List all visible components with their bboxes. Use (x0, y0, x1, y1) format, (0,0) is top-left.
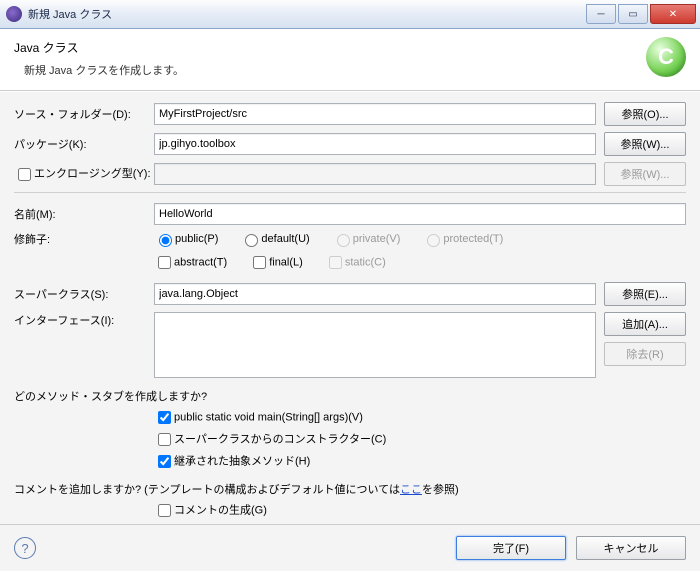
main-stub-checkbox[interactable] (158, 411, 171, 424)
finish-button[interactable]: 完了(F) (456, 536, 566, 560)
titlebar[interactable]: 新規 Java クラス ─ ▭ ✕ (0, 0, 700, 29)
name-label: 名前(M): (14, 206, 154, 222)
protected-radio (427, 234, 440, 247)
source-folder-label: ソース・フォルダー(D): (14, 106, 154, 122)
name-input[interactable] (154, 203, 686, 225)
inherited-stub-label[interactable]: 継承された抽象メソッド(H) (154, 452, 310, 471)
dialog-window: 新規 Java クラス ─ ▭ ✕ Java クラス 新規 Java クラスを作… (0, 0, 700, 571)
separator (14, 192, 686, 193)
help-button[interactable]: ? (14, 537, 36, 559)
superctor-stub-checkbox[interactable] (158, 433, 171, 446)
superclass-input[interactable] (154, 283, 596, 305)
visibility-group: public(P) default(U) private(V) protecte… (154, 231, 503, 247)
abstract-check-label[interactable]: abstract(T) (154, 253, 227, 272)
public-radio-label[interactable]: public(P) (154, 231, 218, 247)
window-buttons: ─ ▭ ✕ (584, 4, 696, 24)
private-radio (337, 234, 350, 247)
protected-radio-label: protected(T) (422, 231, 503, 247)
app-icon (6, 6, 22, 22)
abstract-checkbox[interactable] (158, 256, 171, 269)
banner-sub: 新規 Java クラスを作成します。 (24, 62, 686, 78)
stubs-question: どのメソッド・スタブを作成しますか? (14, 388, 686, 404)
browse-enclosing-button: 参照(W)... (604, 162, 686, 186)
enclosing-label: エンクロージング型(Y): (14, 165, 154, 184)
class-icon: C (646, 37, 686, 77)
main-stub-label[interactable]: public static void main(String[] args)(V… (154, 408, 363, 427)
package-label: パッケージ(K): (14, 136, 154, 152)
browse-source-button[interactable]: 参照(O)... (604, 102, 686, 126)
default-radio-label[interactable]: default(U) (240, 231, 309, 247)
modifier-group: abstract(T) final(L) static(C) (154, 253, 386, 272)
minimize-button[interactable]: ─ (586, 4, 616, 24)
final-checkbox[interactable] (253, 256, 266, 269)
superclass-label: スーパークラス(S): (14, 286, 154, 302)
banner-heading: Java クラス (14, 39, 686, 56)
interfaces-label: インターフェース(I): (14, 312, 154, 328)
browse-superclass-button[interactable]: 参照(E)... (604, 282, 686, 306)
static-checkbox (329, 256, 342, 269)
maximize-button[interactable]: ▭ (618, 4, 648, 24)
enclosing-input (154, 163, 596, 185)
gen-comments-checkbox[interactable] (158, 504, 171, 517)
form-area: ソース・フォルダー(D): 参照(O)... パッケージ(K): 参照(W)..… (0, 91, 700, 524)
banner: Java クラス 新規 Java クラスを作成します。 C (0, 29, 700, 91)
interfaces-list[interactable] (154, 312, 596, 378)
default-radio[interactable] (245, 234, 258, 247)
superctor-stub-label[interactable]: スーパークラスからのコンストラクター(C) (154, 430, 386, 449)
comments-question: コメントを追加しますか? (テンプレートの構成およびデフォルト値についてはここを… (14, 481, 686, 497)
final-check-label[interactable]: final(L) (249, 253, 303, 272)
remove-interface-button: 除去(R) (604, 342, 686, 366)
add-interface-button[interactable]: 追加(A)... (604, 312, 686, 336)
enclosing-checkbox[interactable] (18, 168, 31, 181)
static-check-label: static(C) (325, 253, 386, 272)
cancel-button[interactable]: キャンセル (576, 536, 686, 560)
browse-package-button[interactable]: 参照(W)... (604, 132, 686, 156)
template-link[interactable]: ここ (400, 484, 422, 496)
package-input[interactable] (154, 133, 596, 155)
gen-comments-label[interactable]: コメントの生成(G) (154, 501, 267, 520)
modifiers-label: 修飾子: (14, 231, 154, 247)
source-folder-input[interactable] (154, 103, 596, 125)
private-radio-label: private(V) (332, 231, 401, 247)
inherited-stub-checkbox[interactable] (158, 455, 171, 468)
public-radio[interactable] (159, 234, 172, 247)
close-button[interactable]: ✕ (650, 4, 696, 24)
window-title: 新規 Java クラス (28, 6, 584, 22)
footer: ? 完了(F) キャンセル (0, 524, 700, 571)
